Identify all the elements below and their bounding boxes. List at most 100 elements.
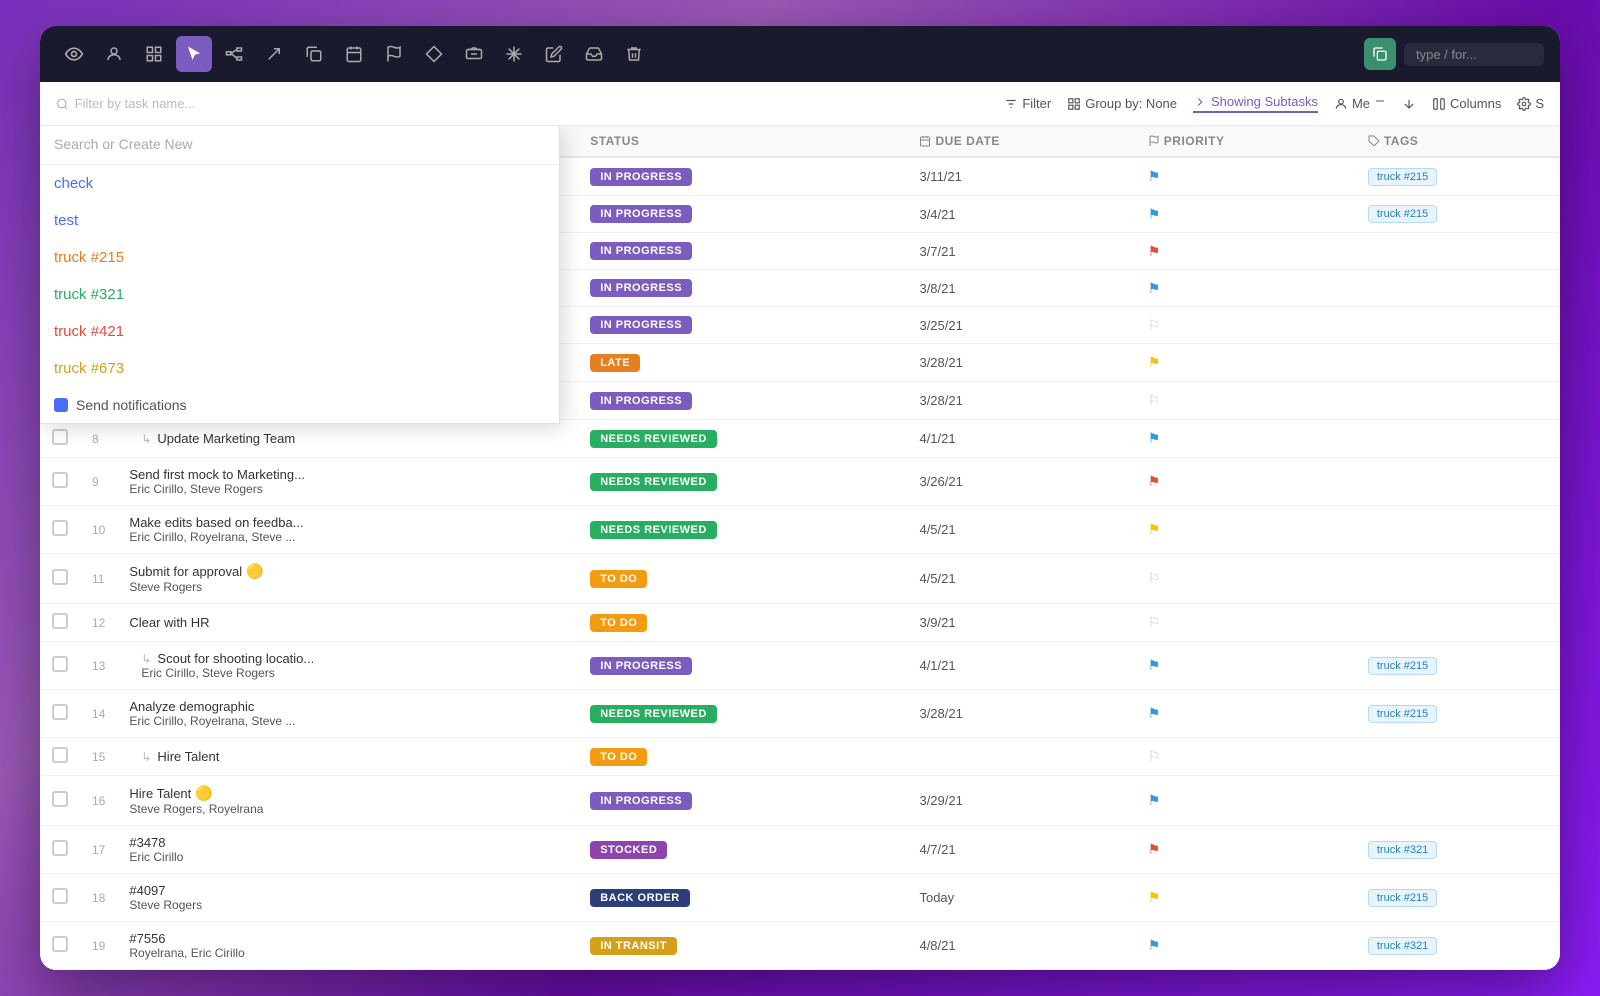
status-cell[interactable]: IN PROGRESS	[578, 233, 907, 270]
priority-cell[interactable]: ⚐	[1136, 738, 1356, 776]
row-checkbox[interactable]	[52, 747, 68, 763]
row-checkbox[interactable]	[52, 656, 68, 672]
task-name-cell[interactable]: Make edits based on feedba...Eric Cirill…	[117, 506, 578, 554]
task-name-cell[interactable]: #4097Steve Rogers	[117, 874, 578, 922]
link2-icon[interactable]	[456, 36, 492, 72]
tag-badge[interactable]: truck #215	[1368, 205, 1437, 223]
trash-icon[interactable]	[616, 36, 652, 72]
status-cell[interactable]: TO DO	[578, 554, 907, 604]
asterisk-icon[interactable]	[496, 36, 532, 72]
priority-cell[interactable]: ⚑	[1136, 874, 1356, 922]
row-checkbox[interactable]	[52, 429, 68, 445]
task-name-cell[interactable]: Analyze demographicEric Cirillo, Royelra…	[117, 690, 578, 738]
tag-badge[interactable]: truck #215	[1368, 657, 1437, 675]
priority-cell[interactable]: ⚐	[1136, 604, 1356, 642]
row-checkbox[interactable]	[52, 840, 68, 856]
priority-cell[interactable]: ⚑	[1136, 344, 1356, 382]
dropdown-item-truck673[interactable]: truck #673	[40, 350, 559, 387]
task-name-cell[interactable]: Hire Talent🟡Steve Rogers, Royelrana	[117, 776, 578, 826]
status-cell[interactable]: IN PROGRESS	[578, 157, 907, 196]
columns-btn[interactable]: Columns	[1432, 96, 1501, 111]
row-checkbox[interactable]	[52, 936, 68, 952]
status-cell[interactable]: IN PROGRESS	[578, 270, 907, 307]
status-cell[interactable]: NEEDS REVIEWED	[578, 458, 907, 506]
priority-cell[interactable]: ⚑	[1136, 776, 1356, 826]
diamond-icon[interactable]	[416, 36, 452, 72]
priority-cell[interactable]: ⚑	[1136, 196, 1356, 233]
dropdown-item-truck215[interactable]: truck #215	[40, 239, 559, 276]
status-cell[interactable]: STOCKED	[578, 826, 907, 874]
task-name-cell[interactable]: Clear with HR	[117, 604, 578, 642]
priority-cell[interactable]: ⚐	[1136, 307, 1356, 344]
filter-btn[interactable]: Filter	[1004, 96, 1051, 111]
grid-icon[interactable]	[136, 36, 172, 72]
tag-badge[interactable]: truck #321	[1368, 841, 1437, 859]
row-checkbox[interactable]	[52, 791, 68, 807]
row-checkbox[interactable]	[52, 888, 68, 904]
priority-cell[interactable]: ⚑	[1136, 826, 1356, 874]
status-cell[interactable]: NEEDS REVIEWED	[578, 506, 907, 554]
priority-cell[interactable]: ⚑	[1136, 922, 1356, 970]
group-by-btn[interactable]: Group by: None	[1067, 96, 1177, 111]
status-cell[interactable]: NEEDS REVIEWED	[578, 690, 907, 738]
row-checkbox[interactable]	[52, 472, 68, 488]
status-cell[interactable]: IN PROGRESS	[578, 307, 907, 344]
status-cell[interactable]: IN PROGRESS	[578, 776, 907, 826]
copy-action-btn[interactable]	[1364, 38, 1396, 70]
status-cell[interactable]: IN PROGRESS	[578, 382, 907, 420]
filter-input[interactable]	[75, 96, 252, 111]
showing-subtasks-btn[interactable]: Showing Subtasks	[1193, 94, 1318, 113]
priority-cell[interactable]: ⚑	[1136, 458, 1356, 506]
cursor-icon[interactable]	[176, 36, 212, 72]
row-checkbox[interactable]	[52, 704, 68, 720]
priority-cell[interactable]: ⚑	[1136, 420, 1356, 458]
dropdown-search-input[interactable]	[54, 136, 545, 152]
copy2-icon[interactable]	[296, 36, 332, 72]
settings-btn[interactable]: S	[1517, 96, 1544, 111]
eye-icon[interactable]	[56, 36, 92, 72]
task-name-cell[interactable]: ↳Hire Talent	[117, 738, 578, 776]
status-cell[interactable]: IN PROGRESS	[578, 196, 907, 233]
dropdown-item-truck421[interactable]: truck #421	[40, 313, 559, 350]
sort-btn[interactable]	[1402, 97, 1416, 111]
status-cell[interactable]: BACK ORDER	[578, 874, 907, 922]
priority-cell[interactable]: ⚑	[1136, 690, 1356, 738]
row-checkbox[interactable]	[52, 520, 68, 536]
row-checkbox[interactable]	[52, 613, 68, 629]
priority-cell[interactable]: ⚑	[1136, 642, 1356, 690]
inbox-icon[interactable]	[576, 36, 612, 72]
status-cell[interactable]: NEEDS REVIEWED	[578, 420, 907, 458]
priority-cell[interactable]: ⚑	[1136, 233, 1356, 270]
task-name-cell[interactable]: #7556Royelrana, Eric Cirillo	[117, 922, 578, 970]
tag-badge[interactable]: truck #215	[1368, 168, 1437, 186]
task-name-cell[interactable]: ↳Update Marketing Team	[117, 420, 578, 458]
status-cell[interactable]: IN PROGRESS	[578, 642, 907, 690]
priority-cell[interactable]: ⚑	[1136, 506, 1356, 554]
priority-cell[interactable]: ⚐	[1136, 382, 1356, 420]
me-btn[interactable]: Me	[1334, 96, 1386, 111]
status-cell[interactable]: TO DO	[578, 604, 907, 642]
arrow-out-icon[interactable]	[256, 36, 292, 72]
person-icon[interactable]	[96, 36, 132, 72]
status-cell[interactable]: LATE	[578, 344, 907, 382]
status-cell[interactable]: TO DO	[578, 738, 907, 776]
tag-badge[interactable]: truck #215	[1368, 889, 1437, 907]
row-checkbox[interactable]	[52, 569, 68, 585]
priority-cell[interactable]: ⚑	[1136, 157, 1356, 196]
dropdown-item-notifications[interactable]: Send notifications	[40, 387, 559, 423]
flag2-icon[interactable]	[376, 36, 412, 72]
calendar-icon[interactable]	[336, 36, 372, 72]
pencil-icon[interactable]	[536, 36, 572, 72]
task-name-cell[interactable]: Send first mock to Marketing...Eric Ciri…	[117, 458, 578, 506]
status-cell[interactable]: IN TRANSIT	[578, 922, 907, 970]
task-name-cell[interactable]: #3478Eric Cirillo	[117, 826, 578, 874]
dropdown-item-test[interactable]: test	[40, 202, 559, 239]
priority-cell[interactable]: ⚐	[1136, 554, 1356, 604]
dropdown-item-check[interactable]: check	[40, 165, 559, 202]
task-name-cell[interactable]: Submit for approval🟡Steve Rogers	[117, 554, 578, 604]
tag-badge[interactable]: truck #215	[1368, 705, 1437, 723]
priority-cell[interactable]: ⚑	[1136, 270, 1356, 307]
task-name-cell[interactable]: ↳Scout for shooting locatio...Eric Ciril…	[117, 642, 578, 690]
tag-badge[interactable]: truck #321	[1368, 937, 1437, 955]
hierarchy-icon[interactable]	[216, 36, 252, 72]
